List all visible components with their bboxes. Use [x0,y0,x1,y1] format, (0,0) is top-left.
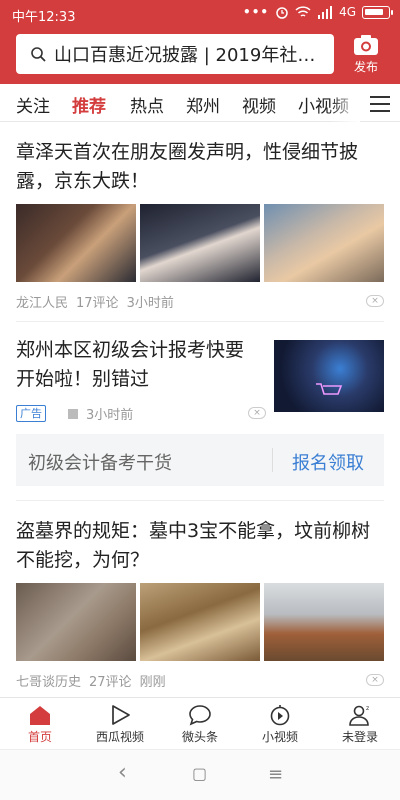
camera-icon [354,35,378,55]
ad-prompt: 初级会计备考干货 [28,453,172,474]
article-source: 七哥谈历史 [16,675,82,690]
article-image-row [16,583,384,661]
notification-dots-icon: ••• [243,5,270,19]
svg-text:z: z [366,705,369,712]
ad-title[interactable]: 郑州本区初级会计报考快要开始啦！别错过 [16,336,246,394]
home-button-icon[interactable]: ▢ [192,764,207,783]
article-title[interactable]: 盗墓界的规矩：墓中3宝不能拿，坟前柳树不能挖，为何？ [16,517,384,575]
user-icon: z [349,705,369,726]
article-meta: 七哥谈历史 27评论 刚刚 × [16,671,384,690]
ad-thumbnail [274,340,384,412]
nav-home[interactable]: 首页 [0,698,80,749]
status-icons: ••• 4G [243,5,393,19]
battery-icon [362,5,393,19]
nav-micro-headline[interactable]: 微头条 [160,698,240,749]
article-time: 刚刚 [139,675,166,690]
ad-cta-button[interactable]: 报名领取 [292,449,364,475]
bottom-navigation: 首页 西瓜视频 微头条 小视频 z 未登录 [0,697,400,749]
news-feed: 章泽天首次在朋友圈发声明，性侵细节披露，京东大跌！ 龙江人民 17评论 3小时前… [0,122,400,697]
ad-label-badge: 广告 [16,405,46,422]
dismiss-button[interactable]: × [248,407,266,419]
ad-card[interactable]: 郑州本区初级会计报考快要开始啦！别错过 广告 3小时前 × [16,336,384,426]
publish-button[interactable]: 发布 [346,34,386,75]
article-source: 龙江人民 [16,296,69,311]
dismiss-button[interactable]: × [366,295,384,307]
article-card[interactable]: 章泽天首次在朋友圈发声明，性侵细节披露，京东大跌！ 龙江人民 17评论 3小时前… [16,138,384,311]
short-video-icon [270,705,290,726]
tab-recommend[interactable]: 推荐 [72,92,106,117]
nav-label: 首页 [27,730,52,744]
article-photo [264,204,384,282]
chat-bubble-icon [189,705,211,726]
search-icon [31,47,46,62]
publish-label: 发布 [353,60,378,74]
search-query: 山口百惠近况披露 | 2019年社… [54,45,316,66]
nav-label: 未登录 [341,730,378,744]
alarm-icon [276,7,288,19]
tab-hot[interactable]: 热点 [130,92,164,117]
cart-icon [316,383,343,395]
app-screen: 中午12:33 ••• 4G 山口百惠近况披露 | 2019年社… 发布 关注 … [0,0,400,800]
article-photo [16,204,136,282]
signal-icon [318,5,333,19]
article-time: 3小时前 [126,296,174,311]
article-meta: 龙江人民 17评论 3小时前 × [16,292,384,311]
article-photo [16,583,136,661]
network-type: 4G [339,5,356,19]
tab-follow[interactable]: 关注 [16,92,50,117]
article-comments: 17评论 [76,296,119,311]
menu-icon[interactable]: ≡ [268,764,283,785]
ad-time: 3小时前 [86,408,134,423]
status-time: 中午12:33 [12,10,76,25]
search-bar[interactable]: 山口百惠近况披露 | 2019年社… [16,34,334,74]
nav-label: 小视频 [261,730,298,744]
nav-label: 西瓜视频 [95,730,144,744]
back-icon[interactable]: ‹ [118,760,127,785]
article-title[interactable]: 章泽天首次在朋友圈发声明，性侵细节披露，京东大跌！ [16,138,384,196]
article-image-row [16,204,384,282]
dismiss-button[interactable]: × [366,674,384,686]
ad-meta: 广告 3小时前 × [16,404,266,423]
article-comments: 27评论 [89,675,132,690]
tab-zhengzhou[interactable]: 郑州 [186,92,220,117]
status-bar: 中午12:33 ••• 4G [0,0,400,30]
channel-menu-icon[interactable] [370,96,390,117]
nav-short-video[interactable]: 小视频 [240,698,320,749]
nav-label: 微头条 [181,730,218,744]
article-photo [140,583,260,661]
channel-tabs: 关注 推荐 热点 郑州 视频 小视频 [0,84,400,122]
app-header: 中午12:33 ••• 4G 山口百惠近况披露 | 2019年社… 发布 [0,0,400,84]
article-photo [140,204,260,282]
system-navigation-bar: ‹ ▢ ≡ [0,749,400,800]
play-icon [112,705,130,725]
article-card[interactable]: 盗墓界的规矩：墓中3宝不能拿，坟前柳树不能挖，为何？ 七哥谈历史 27评论 刚刚… [16,517,384,690]
tab-video[interactable]: 视频 [242,92,276,117]
wifi-icon [295,5,311,17]
nav-xigua-video[interactable]: 西瓜视频 [80,698,160,749]
home-icon [30,706,50,725]
nav-profile[interactable]: z 未登录 [320,698,400,749]
article-photo [264,583,384,661]
ad-action-bar[interactable]: 初级会计备考干货 报名领取 [16,434,384,486]
